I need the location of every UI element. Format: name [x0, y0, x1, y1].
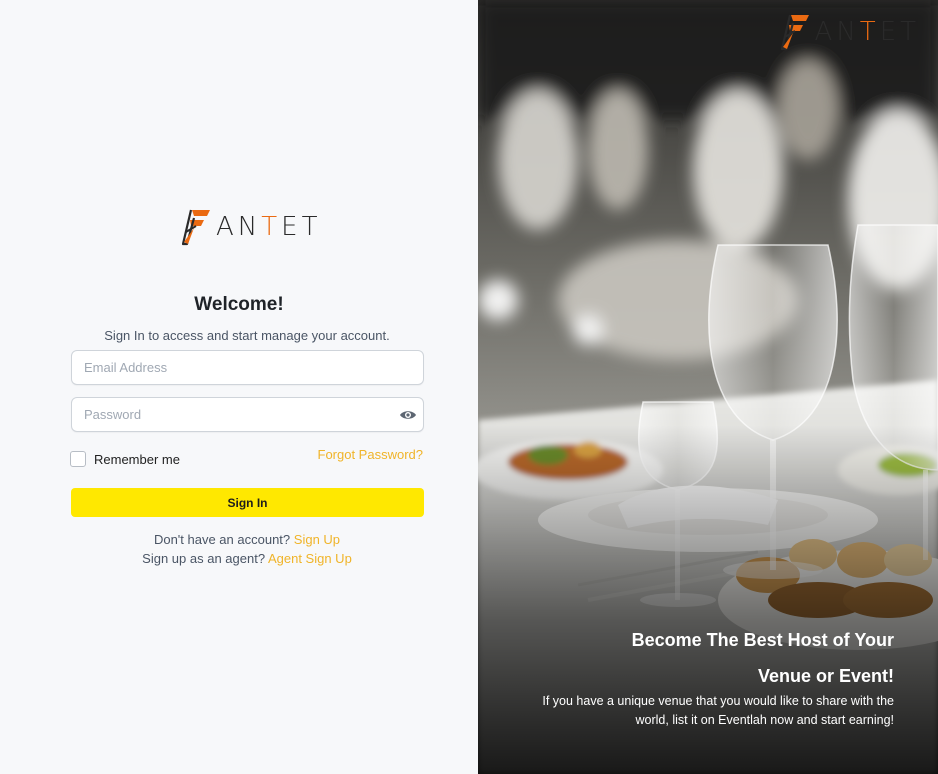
brand-logo: ANTET [182, 207, 321, 247]
email-input[interactable] [72, 351, 423, 384]
agent-prompt: Sign up as an agent? [142, 551, 266, 566]
promo-description-line2: world, list it on Eventlah now and start… [635, 713, 894, 727]
email-field-wrapper [71, 350, 424, 385]
page-subtitle: Sign In to access and start manage your … [104, 328, 390, 343]
remember-label: Remember me [94, 451, 180, 467]
promo-description-line1: If you have a unique venue that you woul… [542, 694, 894, 708]
signup-line: Don't have an account? Sign Up [0, 532, 494, 547]
remember-checkbox[interactable] [70, 451, 86, 467]
eye-icon[interactable] [397, 404, 419, 426]
promo-headline-line2: Venue or Event! [757, 666, 894, 686]
brand-logo-right: ANTET [780, 12, 920, 52]
logo-mark-icon [182, 209, 210, 246]
brand-wordmark: ANTET [814, 17, 920, 47]
password-field-wrapper [71, 397, 424, 432]
page-title: Welcome! [194, 294, 284, 315]
promo-headline: Become The Best Host of Your Venue or Ev… [514, 622, 894, 694]
agent-signup-line: Sign up as an agent? Agent Sign Up [0, 551, 494, 566]
sign-up-link[interactable]: Sign Up [294, 532, 340, 547]
agent-sign-up-link[interactable]: Agent Sign Up [268, 551, 352, 566]
promo-description: If you have a unique venue that you woul… [514, 692, 894, 730]
forgot-password-link[interactable]: Forgot Password? [318, 447, 424, 462]
remember-me[interactable]: Remember me [70, 451, 180, 467]
logo-mark-icon [780, 14, 809, 51]
login-panel: ANTET Welcome! Sign In to access and sta… [0, 0, 478, 774]
promo-panel: ANTET Become The Best Host of Your Venue… [478, 0, 938, 774]
sign-in-button[interactable]: Sign In [71, 488, 424, 517]
brand-wordmark: ANTET [216, 212, 322, 242]
signup-prompt: Don't have an account? [153, 532, 291, 547]
promo-headline-line1: Become The Best Host of Your [631, 630, 894, 650]
password-input[interactable] [72, 398, 392, 431]
